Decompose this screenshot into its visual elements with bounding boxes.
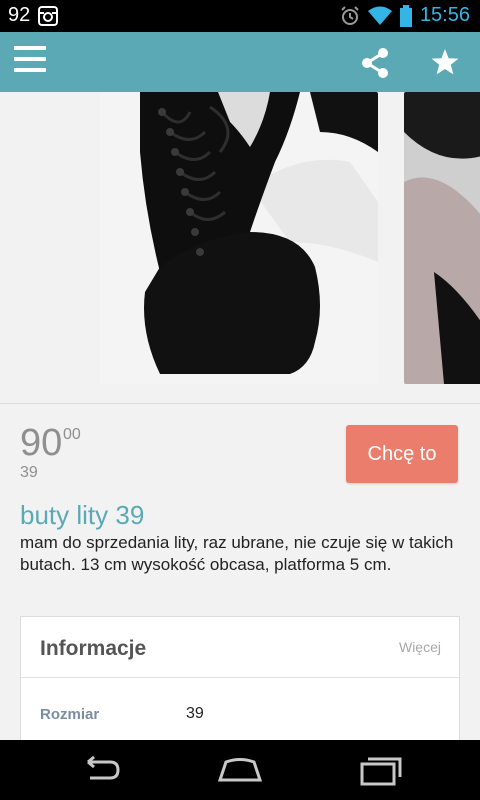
boot-image	[100, 92, 378, 384]
listing-title: buty lity 39	[20, 500, 145, 530]
price-main: 90	[20, 422, 63, 464]
divider	[21, 677, 459, 678]
price-cents: 00	[63, 426, 81, 443]
status-right: 15:56	[340, 4, 470, 27]
alarm-icon	[340, 5, 360, 26]
info-row-value: 39	[186, 705, 204, 722]
status-time: 15:56	[419, 4, 470, 26]
battery-icon	[399, 4, 412, 27]
menu-button[interactable]	[14, 46, 50, 78]
info-row-label: Rozmiar	[40, 706, 100, 723]
instagram-icon	[38, 5, 59, 26]
home-button[interactable]	[216, 754, 264, 786]
favorite-button[interactable]	[428, 45, 462, 79]
size-subtitle: 39	[20, 464, 38, 481]
app-bar	[0, 32, 480, 92]
product-photo[interactable]	[100, 92, 378, 384]
star-icon	[431, 49, 459, 75]
want-it-button[interactable]: Chcę to	[346, 425, 458, 483]
home-icon	[217, 758, 263, 782]
status-bar: 92 15:56	[0, 0, 480, 32]
photo-gallery[interactable]	[0, 92, 480, 404]
recent-apps-icon	[360, 757, 402, 786]
notification-count: 92	[8, 4, 31, 26]
menu-icon	[14, 46, 46, 72]
status-left: 92	[8, 4, 59, 27]
info-card: Informacje Więcej Rozmiar 39	[20, 616, 460, 756]
share-button[interactable]	[358, 46, 392, 80]
more-link[interactable]: Więcej	[399, 639, 441, 655]
recent-apps-button[interactable]	[358, 754, 406, 786]
listing-content: 90 00 39 Chcę to buty lity 39 mam do spr…	[0, 404, 480, 756]
back-icon	[87, 755, 120, 780]
share-icon	[362, 48, 388, 78]
wifi-icon	[367, 6, 392, 26]
system-nav-bar	[0, 740, 480, 800]
listing-description: mam do sprzedania lity, raz ubrane, nie …	[20, 533, 454, 574]
next-photo-image	[404, 92, 480, 384]
next-product-photo[interactable]	[404, 92, 480, 384]
back-button[interactable]	[76, 754, 124, 786]
info-card-title: Informacje	[40, 637, 147, 660]
